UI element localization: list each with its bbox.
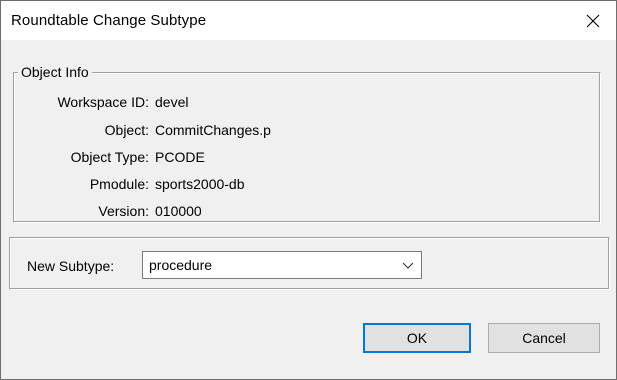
object-value: CommitChanges.p bbox=[155, 122, 271, 138]
dialog-client-area: Object Info Workspace ID: devel Object: … bbox=[1, 40, 616, 379]
object-type-value: PCODE bbox=[155, 149, 205, 165]
object-label: Object: bbox=[104, 122, 149, 138]
version-label: Version: bbox=[98, 203, 149, 219]
new-subtype-select[interactable]: procedure bbox=[142, 251, 422, 279]
object-info-legend: Object Info bbox=[18, 64, 92, 80]
new-subtype-value: procedure bbox=[149, 257, 213, 273]
title-bar: Roundtable Change Subtype bbox=[1, 1, 616, 40]
change-subtype-dialog: Roundtable Change Subtype Object Info Wo… bbox=[0, 0, 617, 380]
close-button[interactable] bbox=[570, 1, 616, 40]
ok-button[interactable]: OK bbox=[363, 323, 471, 353]
close-icon bbox=[586, 14, 600, 27]
window-title: Roundtable Change Subtype bbox=[11, 12, 207, 29]
object-type-label: Object Type: bbox=[70, 149, 149, 165]
workspace-id-label: Workspace ID: bbox=[57, 94, 149, 110]
chevron-down-icon bbox=[402, 262, 414, 269]
pmodule-value: sports2000-db bbox=[155, 176, 245, 192]
pmodule-label: Pmodule: bbox=[89, 176, 149, 192]
new-subtype-label: New Subtype: bbox=[27, 258, 115, 274]
workspace-id-value: devel bbox=[155, 94, 189, 110]
version-value: 010000 bbox=[155, 203, 202, 219]
cancel-button[interactable]: Cancel bbox=[488, 323, 600, 353]
